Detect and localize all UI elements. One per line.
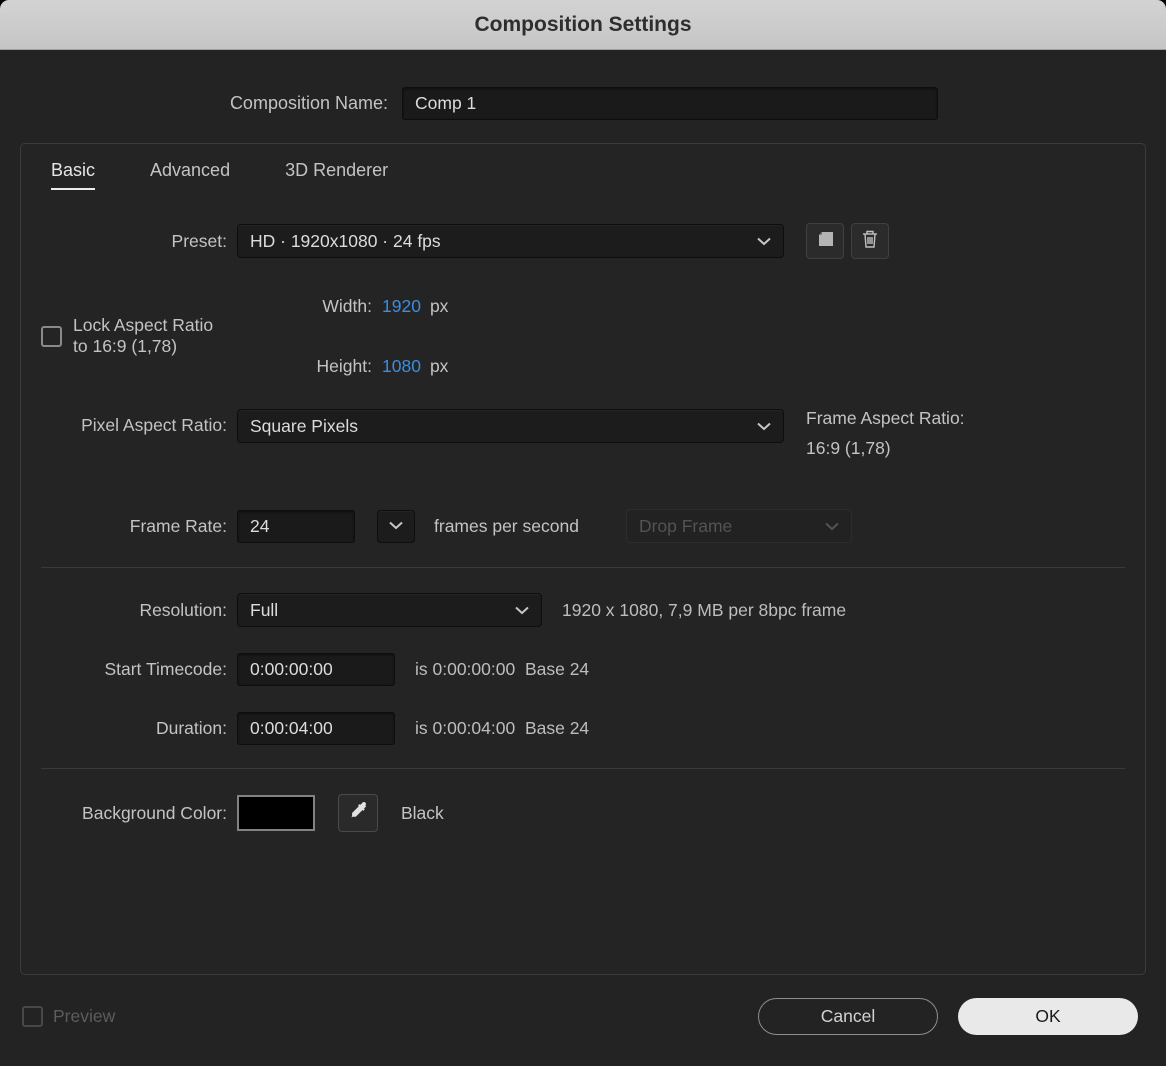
delete-preset-button[interactable] bbox=[851, 223, 889, 259]
duration-info: is 0:00:04:00 Base 24 bbox=[415, 718, 590, 738]
eyedropper-button[interactable] bbox=[338, 794, 378, 832]
composition-name-label: Composition Name: bbox=[229, 93, 388, 113]
chevron-down-icon bbox=[757, 237, 771, 246]
drop-frame-value: Drop Frame bbox=[638, 515, 733, 536]
start-timecode-info: is 0:00:00:00 Base 24 bbox=[415, 659, 590, 679]
dialog-footer: Preview Cancel OK bbox=[22, 996, 1138, 1036]
duration-row: Duration: is 0:00:04:00 Base 24 bbox=[41, 712, 1125, 745]
frame-aspect-ratio-block: Frame Aspect Ratio: 16:9 (1,78) bbox=[806, 403, 965, 463]
tab-advanced[interactable]: Advanced bbox=[150, 160, 230, 190]
tab-3d-renderer[interactable]: 3D Renderer bbox=[285, 160, 388, 190]
preset-dropdown[interactable]: HD · 1920x1080 · 24 fps bbox=[237, 224, 784, 258]
width-unit: px bbox=[429, 295, 449, 316]
lock-aspect-row: Lock Aspect Ratio to 16:9 (1,78) bbox=[41, 315, 227, 357]
resolution-label: Resolution: bbox=[139, 599, 227, 620]
pixel-aspect-ratio-dropdown[interactable]: Square Pixels bbox=[237, 409, 784, 443]
start-timecode-input[interactable] bbox=[237, 653, 395, 686]
drop-frame-dropdown: Drop Frame bbox=[625, 509, 852, 543]
resolution-value: Full bbox=[250, 599, 279, 620]
start-timecode-row: Start Timecode: is 0:00:00:00 Base 24 bbox=[41, 653, 1125, 686]
tab-basic[interactable]: Basic bbox=[51, 160, 96, 190]
duration-label: Duration: bbox=[155, 718, 227, 738]
save-preset-button[interactable] bbox=[806, 223, 844, 259]
dimensions-section: Width: 1920 px Lock Aspect Ratio to 16:9… bbox=[41, 289, 1125, 383]
tab-bar: Basic Advanced 3D Renderer bbox=[51, 160, 1125, 190]
frame-aspect-ratio-value: 16:9 (1,78) bbox=[806, 438, 891, 458]
resolution-info: 1920 x 1080, 7,9 MB per 8bpc frame bbox=[562, 599, 847, 620]
resolution-row: Resolution: Full 1920 x 1080, 7,9 MB per… bbox=[41, 593, 1125, 627]
background-color-row: Background Color: Black bbox=[41, 794, 1125, 832]
height-value[interactable]: 1080 bbox=[382, 356, 421, 377]
pixel-aspect-ratio-value: Square Pixels bbox=[250, 415, 358, 436]
resolution-dropdown[interactable]: Full bbox=[237, 593, 542, 627]
divider bbox=[41, 768, 1125, 769]
lock-aspect-label: Lock Aspect Ratio to 16:9 (1,78) bbox=[73, 315, 214, 356]
composition-settings-dialog: Composition Settings Composition Name: B… bbox=[0, 0, 1166, 1066]
width-value[interactable]: 1920 bbox=[382, 296, 421, 317]
preview-label: Preview bbox=[53, 1005, 116, 1026]
width-value-row: 1920 px bbox=[382, 289, 1125, 323]
chevron-down-icon bbox=[515, 606, 529, 615]
frame-rate-dropdown-button[interactable] bbox=[377, 509, 415, 543]
height-value-row: 1080 px bbox=[382, 349, 1125, 383]
lock-aspect-checkbox[interactable] bbox=[41, 325, 62, 347]
height-unit: px bbox=[429, 355, 449, 376]
chevron-down-icon bbox=[389, 517, 403, 535]
height-label: Height: bbox=[316, 355, 372, 376]
background-color-label: Background Color: bbox=[82, 802, 227, 823]
dialog-titlebar: Composition Settings bbox=[0, 0, 1166, 50]
save-preset-icon bbox=[816, 231, 834, 252]
divider bbox=[41, 567, 1125, 568]
frame-aspect-ratio-label: Frame Aspect Ratio: bbox=[806, 408, 965, 428]
preset-row: Preset: HD · 1920x1080 · 24 fps bbox=[41, 223, 1125, 259]
preset-value: HD · 1920x1080 · 24 fps bbox=[250, 230, 441, 251]
duration-input[interactable] bbox=[237, 712, 395, 745]
settings-panel: Basic Advanced 3D Renderer Preset: HD · … bbox=[20, 143, 1146, 975]
preset-buttons bbox=[806, 223, 889, 259]
ok-button[interactable]: OK bbox=[958, 997, 1138, 1035]
background-color-swatch[interactable] bbox=[237, 795, 315, 831]
trash-icon bbox=[862, 230, 878, 253]
composition-name-row: Composition Name: bbox=[0, 87, 1166, 120]
preset-label: Preset: bbox=[171, 230, 227, 251]
frame-rate-label: Frame Rate: bbox=[129, 515, 227, 536]
pixel-aspect-ratio-label: Pixel Aspect Ratio: bbox=[81, 415, 227, 435]
chevron-down-icon bbox=[825, 522, 839, 531]
pixel-aspect-ratio-row: Pixel Aspect Ratio: Square Pixels Frame … bbox=[41, 408, 1125, 463]
chevron-down-icon bbox=[757, 422, 771, 431]
frame-rate-row: Frame Rate: frames per second Drop Frame bbox=[41, 509, 1125, 543]
width-label: Width: bbox=[322, 295, 372, 316]
frame-rate-input[interactable] bbox=[237, 509, 355, 543]
dialog-title: Composition Settings bbox=[474, 12, 692, 36]
preview-control: Preview bbox=[22, 1005, 116, 1027]
eyedropper-icon bbox=[349, 801, 368, 825]
background-color-name: Black bbox=[401, 802, 444, 823]
frame-rate-suffix: frames per second bbox=[434, 515, 579, 536]
cancel-button[interactable]: Cancel bbox=[758, 997, 938, 1035]
composition-name-input[interactable] bbox=[402, 87, 938, 120]
start-timecode-label: Start Timecode: bbox=[104, 659, 227, 679]
preview-checkbox[interactable] bbox=[22, 1005, 43, 1027]
